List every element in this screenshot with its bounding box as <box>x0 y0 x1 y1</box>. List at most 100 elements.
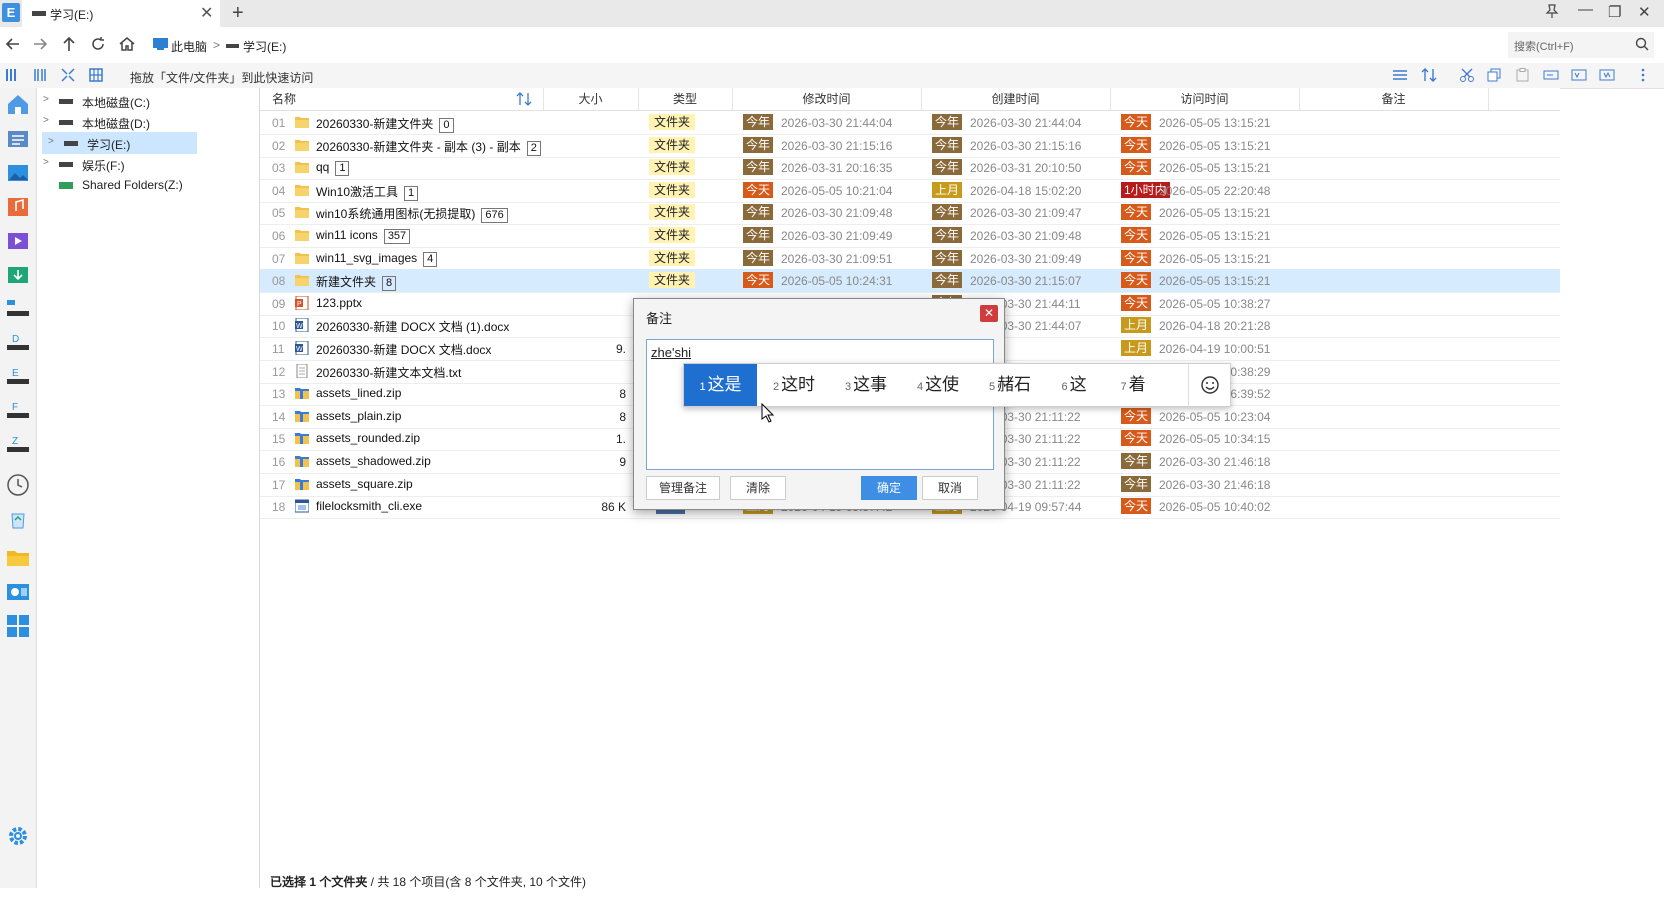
search-box[interactable]: 搜索(Ctrl+F) <box>1508 32 1654 58</box>
breadcrumb-drive-e[interactable]: 学习(E:) <box>243 38 286 55</box>
column-header-1[interactable]: 大小 <box>543 88 639 110</box>
column-header-5[interactable]: 访问时间 <box>1110 88 1300 110</box>
folder-shortcut-icon[interactable] <box>6 546 30 570</box>
ime-candidate[interactable]: 5 赭石 <box>980 364 1040 406</box>
new-tab-button[interactable]: + <box>232 2 244 25</box>
tree-node[interactable]: > 娱乐(F:) <box>37 153 259 175</box>
compress-icon[interactable] <box>1599 68 1615 82</box>
documents-icon[interactable] <box>6 127 30 151</box>
search-icon[interactable] <box>1635 37 1649 51</box>
item-count-badge: 676 <box>481 208 508 224</box>
tree-node[interactable]: Shared Folders(Z:) <box>37 174 259 196</box>
ime-candidate[interactable]: 6这 <box>1052 364 1096 406</box>
restore-button[interactable]: ❐ <box>1608 3 1621 21</box>
more-options-icon[interactable] <box>1640 68 1646 82</box>
dialog-close-button[interactable]: ✕ <box>980 305 998 322</box>
table-row[interactable]: 08 新建文件夹 8 文件夹 今天 2026-05-05 10:24:31 今年 2026-0… <box>260 269 1560 294</box>
copy-icon[interactable] <box>1487 68 1503 82</box>
column-header-4[interactable]: 创建时间 <box>921 88 1111 110</box>
table-row[interactable]: 01 20260330-新建文件夹 0 文件夹 今年 2026-03-30 21:44:0… <box>260 111 1560 135</box>
column-header-6[interactable]: 备注 <box>1299 88 1489 110</box>
close-tab-icon[interactable]: ✕ <box>200 3 213 23</box>
single-pane-icon[interactable] <box>5 68 19 82</box>
chevron-right-icon[interactable]: > <box>48 136 54 147</box>
sort-arrows-icon[interactable] <box>516 92 532 106</box>
file-name-text: 20260330-新建 DOCX 文档 (1).docx <box>316 320 510 335</box>
ok-button[interactable]: 确定 <box>861 476 917 500</box>
drive-icon <box>59 120 73 125</box>
table-row[interactable]: 04 Win10激活工具 1 文件夹 今天 2026-05-05 10:21:04 上月 20… <box>260 179 1560 203</box>
list-view-icon[interactable] <box>1392 68 1408 82</box>
ime-candidate[interactable]: 1 这是 <box>684 364 757 406</box>
drive-f-icon[interactable]: F <box>6 399 30 423</box>
dual-pane-icon[interactable] <box>33 68 47 82</box>
drive-d-icon[interactable]: D <box>6 331 30 355</box>
ime-candidate[interactable]: 7着 <box>1108 364 1158 406</box>
file-name: 20260330-新建文本文档.txt <box>316 364 461 381</box>
file-name-text: win10系统通用图标(无损提取) <box>316 207 476 222</box>
column-header-2[interactable]: 类型 <box>638 88 733 110</box>
drive-c-icon[interactable] <box>6 297 30 321</box>
search-input[interactable]: 搜索(Ctrl+F) <box>1514 38 1574 54</box>
emoji-button[interactable] <box>1188 364 1231 406</box>
downloads-icon[interactable] <box>6 263 30 287</box>
clear-button[interactable]: 清除 <box>730 476 786 500</box>
tree-node[interactable]: > 本地磁盘(C:) <box>37 90 259 112</box>
tree-node[interactable]: > 本地磁盘(D:) <box>37 111 259 133</box>
windows-start-icon[interactable] <box>6 614 30 638</box>
table-row[interactable]: 06 win11 icons 357 文件夹 今年 2026-03-30 21:09:49… <box>260 224 1560 248</box>
refresh-icon[interactable] <box>89 35 107 53</box>
minimize-button[interactable]: — <box>1578 1 1593 18</box>
home-icon[interactable] <box>6 92 30 116</box>
file-type-badge: 文件夹 <box>649 136 696 153</box>
properties-icon[interactable] <box>1571 68 1587 82</box>
music-icon[interactable] <box>6 195 30 219</box>
tree-node[interactable]: > 学习(E:) <box>42 132 197 154</box>
ime-candidate[interactable]: 3 这事 <box>836 364 896 406</box>
cut-icon[interactable] <box>1459 68 1475 82</box>
chevron-right-icon[interactable]: > <box>43 94 49 105</box>
drive-z-icon[interactable]: Z <box>6 433 30 457</box>
table-row[interactable]: 03 qq 1 文件夹 今年 2026-03-31 20:16:35 今年 2026-03-3… <box>260 156 1560 181</box>
table-row[interactable]: 07 win11_svg_images 4 文件夹 今年 2026-03-30 21:09… <box>260 247 1560 271</box>
control-panel-icon[interactable] <box>6 580 30 604</box>
file-name-text: filelocksmith_cli.exe <box>316 499 423 514</box>
forward-arrow-icon[interactable] <box>31 35 49 53</box>
table-row[interactable]: 05 win10系统通用图标(无损提取) 676 文件夹 今年 2026-03-30 21… <box>260 201 1560 226</box>
ime-candidate[interactable]: 2 这时 <box>764 364 824 406</box>
column-header-0[interactable]: 名称 <box>260 88 544 110</box>
collapse-icon[interactable] <box>61 68 75 82</box>
home-icon[interactable] <box>118 35 136 53</box>
sort-icon[interactable] <box>1421 68 1437 82</box>
status-selected: 已选择 1 个文件夹 <box>270 875 368 889</box>
column-header-3[interactable]: 修改时间 <box>732 88 922 110</box>
file-name: 20260330-新建 DOCX 文档.docx <box>316 341 491 358</box>
chevron-right-icon[interactable]: > <box>43 157 49 168</box>
rename-icon[interactable] <box>1543 68 1559 82</box>
pictures-icon[interactable] <box>6 161 30 185</box>
file-name: win10系统通用图标(无损提取) 676 <box>316 205 508 224</box>
tab-drive-e[interactable]: 学习(E:) ✕ <box>22 0 220 27</box>
cancel-button[interactable]: 取消 <box>922 476 978 500</box>
settings-gear-icon[interactable] <box>6 824 30 848</box>
file-size: 8 <box>619 409 626 424</box>
table-row[interactable]: 02 20260330-新建文件夹 - 副本 (3) - 副本 2 文件夹 今年 2026… <box>260 134 1560 158</box>
file-name-text: assets_lined.zip <box>316 386 402 401</box>
videos-icon[interactable] <box>6 229 30 253</box>
recycle-bin-icon[interactable] <box>6 507 30 531</box>
pin-icon[interactable] <box>1544 3 1560 19</box>
close-window-button[interactable]: ✕ <box>1638 3 1651 21</box>
recent-clock-icon[interactable] <box>6 473 30 497</box>
cre-time: 2026-03-30 21:09:47 <box>970 206 1082 221</box>
paste-icon[interactable] <box>1515 68 1531 82</box>
back-arrow-icon[interactable] <box>4 35 22 53</box>
ime-candidate[interactable]: 4 这使 <box>908 364 968 406</box>
chevron-right-icon[interactable]: > <box>43 115 49 126</box>
manage-notes-button[interactable]: 管理备注 <box>646 476 720 500</box>
panel-layout-icon[interactable] <box>89 68 103 82</box>
up-arrow-icon[interactable] <box>60 35 78 53</box>
drive-e-icon[interactable]: E <box>6 365 30 389</box>
svg-text:E: E <box>12 368 19 379</box>
breadcrumb-this-pc[interactable]: 此电脑 <box>171 38 207 55</box>
row-number: 03 <box>272 161 286 176</box>
